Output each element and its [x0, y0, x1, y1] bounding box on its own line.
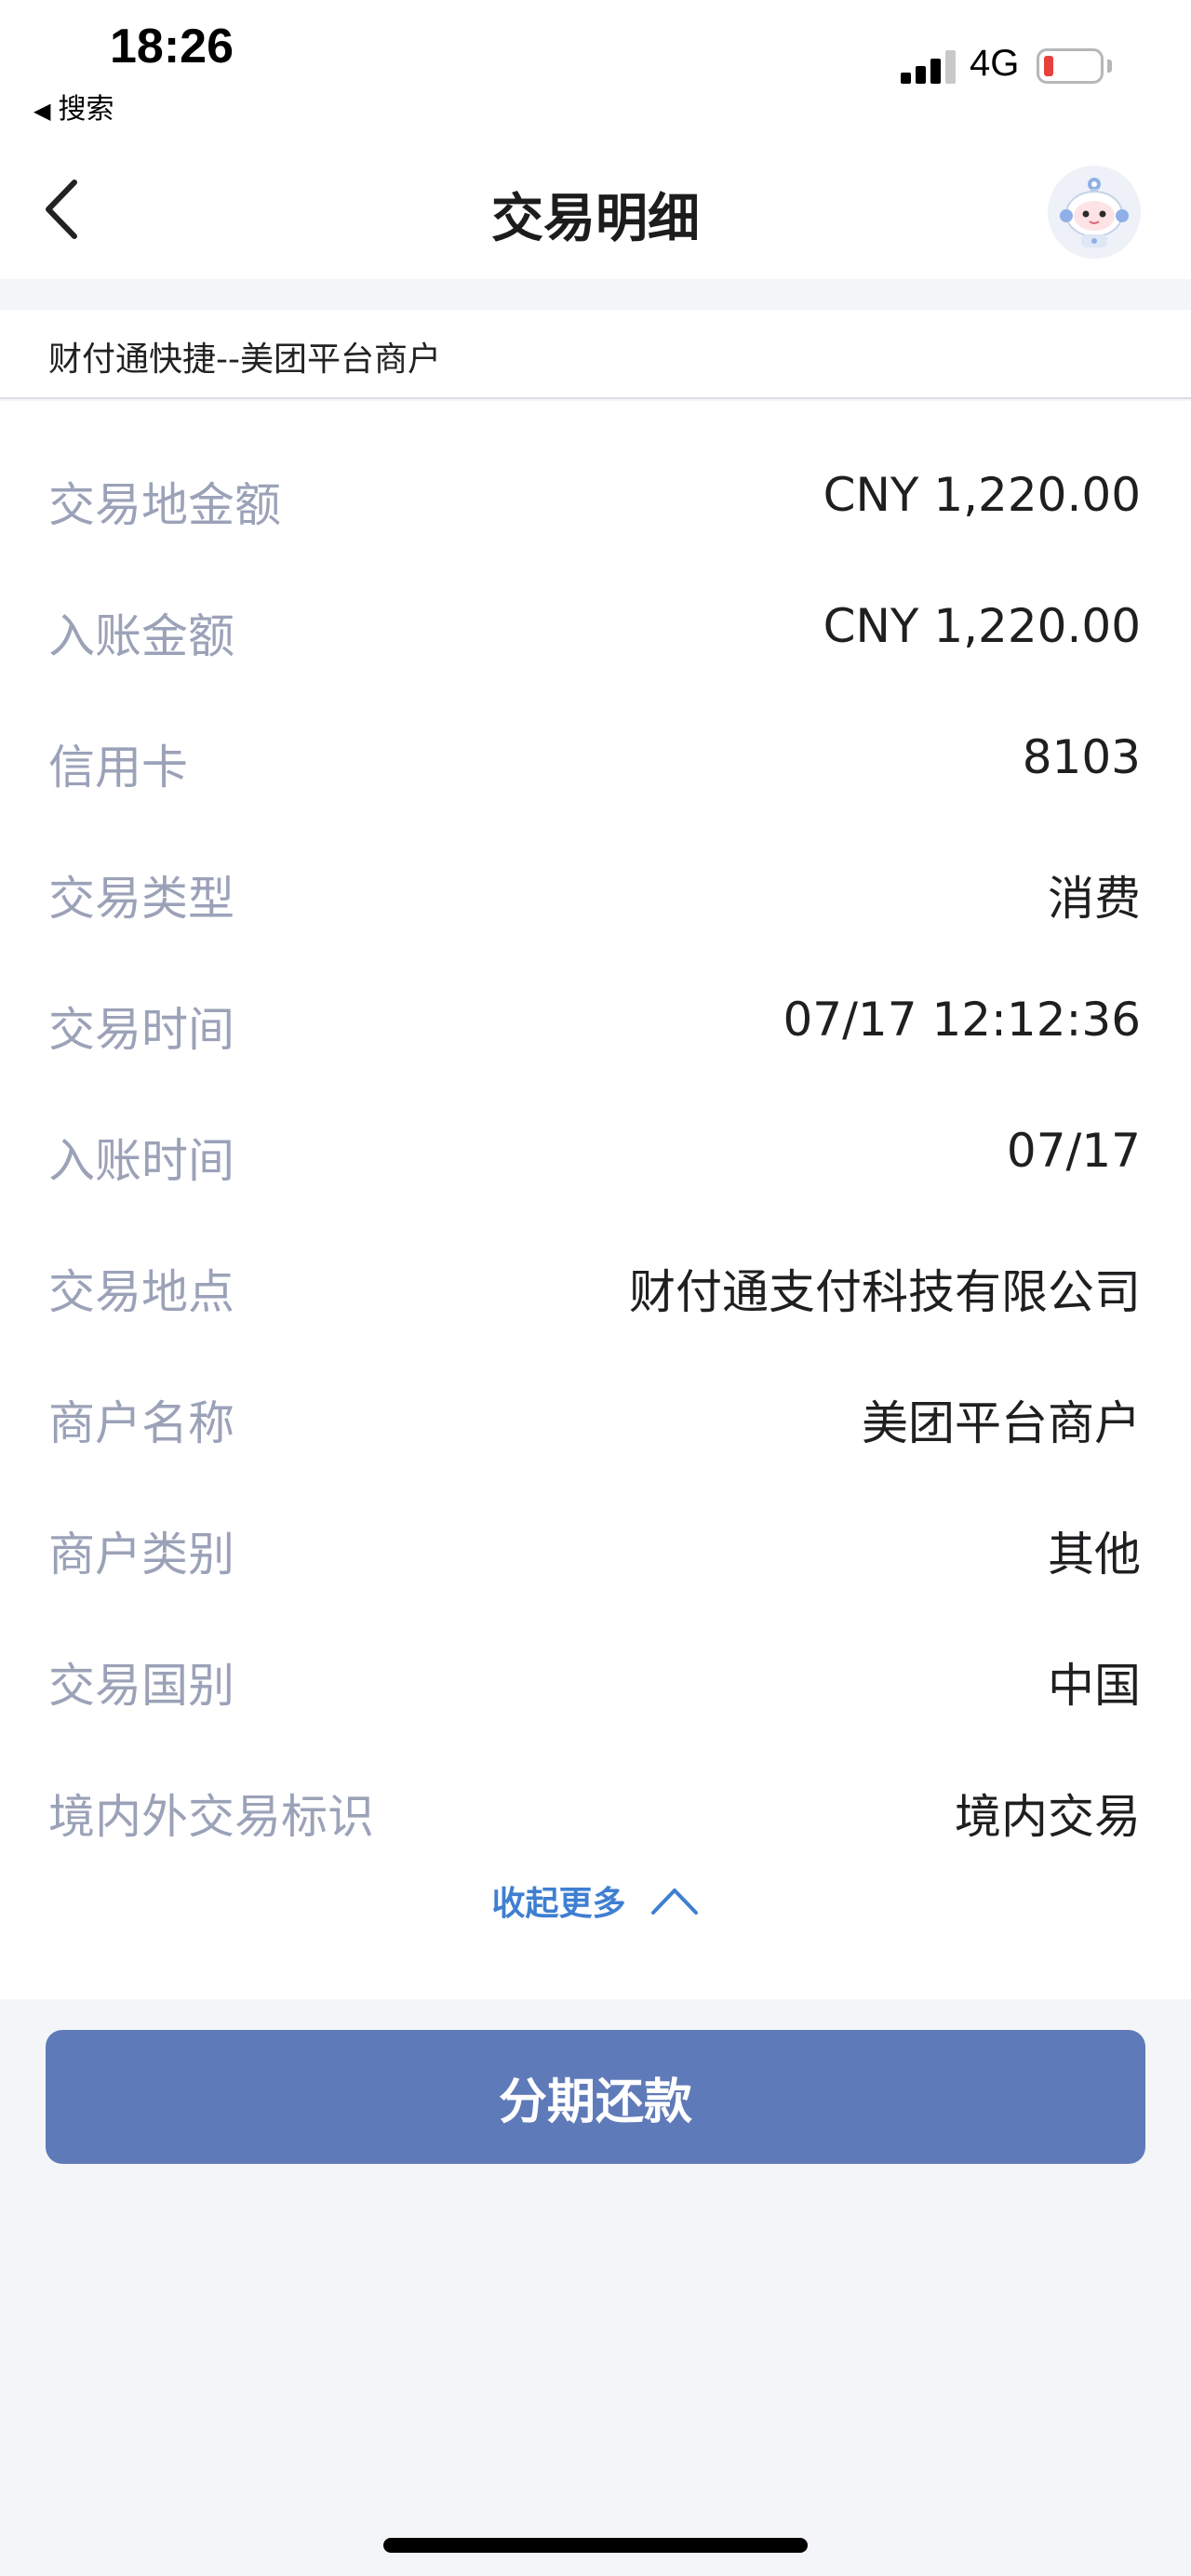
detail-label: 交易国别	[48, 1659, 234, 1713]
detail-row: 入账时间 07/17	[0, 1111, 1191, 1188]
nav-bar: 交易明细	[0, 140, 1191, 279]
detail-label: 交易时间	[48, 1003, 234, 1057]
detail-label: 入账时间	[48, 1134, 234, 1188]
detail-value: CNY 1,220.00	[823, 468, 1141, 522]
detail-row: 交易地点 财付通支付科技有限公司	[0, 1242, 1191, 1319]
detail-label: 交易类型	[48, 872, 234, 926]
detail-value: 其他	[1048, 1528, 1141, 1582]
network-type: 4G	[970, 43, 1020, 84]
detail-value: 消费	[1048, 872, 1141, 926]
detail-row: 商户类别 其他	[0, 1504, 1191, 1582]
detail-label: 商户名称	[48, 1396, 234, 1450]
chevron-up-icon	[650, 1889, 698, 1915]
detail-value: 8103	[1022, 730, 1141, 784]
detail-value: CNY 1,220.00	[823, 599, 1141, 653]
installment-repayment-button[interactable]: 分期还款	[46, 2030, 1145, 2164]
robot-mascot-icon[interactable]	[1048, 166, 1141, 259]
merchant-header: 财付通快捷--美团平台商户	[0, 310, 1191, 399]
cellular-signal-icon	[901, 48, 958, 84]
detail-label: 商户类别	[48, 1528, 234, 1582]
detail-row: 入账金额 CNY 1,220.00	[0, 586, 1191, 663]
detail-value: 07/17	[1006, 1124, 1141, 1178]
home-indicator[interactable]	[383, 2538, 808, 2553]
detail-label: 信用卡	[48, 741, 188, 794]
detail-value: 财付通支付科技有限公司	[629, 1265, 1141, 1319]
battery-icon	[1037, 48, 1104, 84]
detail-label: 境内外交易标识	[48, 1790, 374, 1844]
detail-row: 交易时间 07/17 12:12:36	[0, 980, 1191, 1057]
detail-value: 07/17 12:12:36	[783, 993, 1141, 1047]
back-app-label: 搜索	[58, 93, 114, 126]
detail-value: 美团平台商户	[862, 1396, 1141, 1450]
battery-cap	[1107, 60, 1112, 73]
detail-row: 境内外交易标识 境内交易	[0, 1767, 1191, 1844]
detail-label: 入账金额	[48, 609, 234, 663]
status-bar: 18:26 ◀ 搜索 4G	[0, 0, 1191, 140]
detail-row: 交易地金额 CNY 1,220.00	[0, 455, 1191, 532]
back-to-app-link[interactable]: ◀ 搜索	[33, 86, 114, 127]
detail-row: 交易类型 消费	[0, 848, 1191, 926]
detail-label: 交易地金额	[48, 478, 281, 532]
collapse-more-label: 收起更多	[491, 1885, 626, 1923]
page-title: 交易明细	[491, 189, 700, 249]
detail-panel: 交易地金额 CNY 1,220.00 入账金额 CNY 1,220.00 信用卡…	[0, 401, 1191, 1999]
status-time: 18:26	[110, 20, 234, 73]
detail-row: 商户名称 美团平台商户	[0, 1373, 1191, 1450]
detail-row: 信用卡 8103	[0, 717, 1191, 794]
triangle-left-icon: ◀	[33, 98, 51, 124]
detail-row: 交易国别 中国	[0, 1635, 1191, 1713]
merchant-header-text: 财付通快捷--美团平台商户	[48, 340, 441, 379]
detail-label: 交易地点	[48, 1265, 234, 1319]
detail-value: 境内交易	[955, 1790, 1141, 1844]
detail-value: 中国	[1048, 1659, 1141, 1713]
collapse-more-button[interactable]: 收起更多	[0, 1876, 1191, 1951]
